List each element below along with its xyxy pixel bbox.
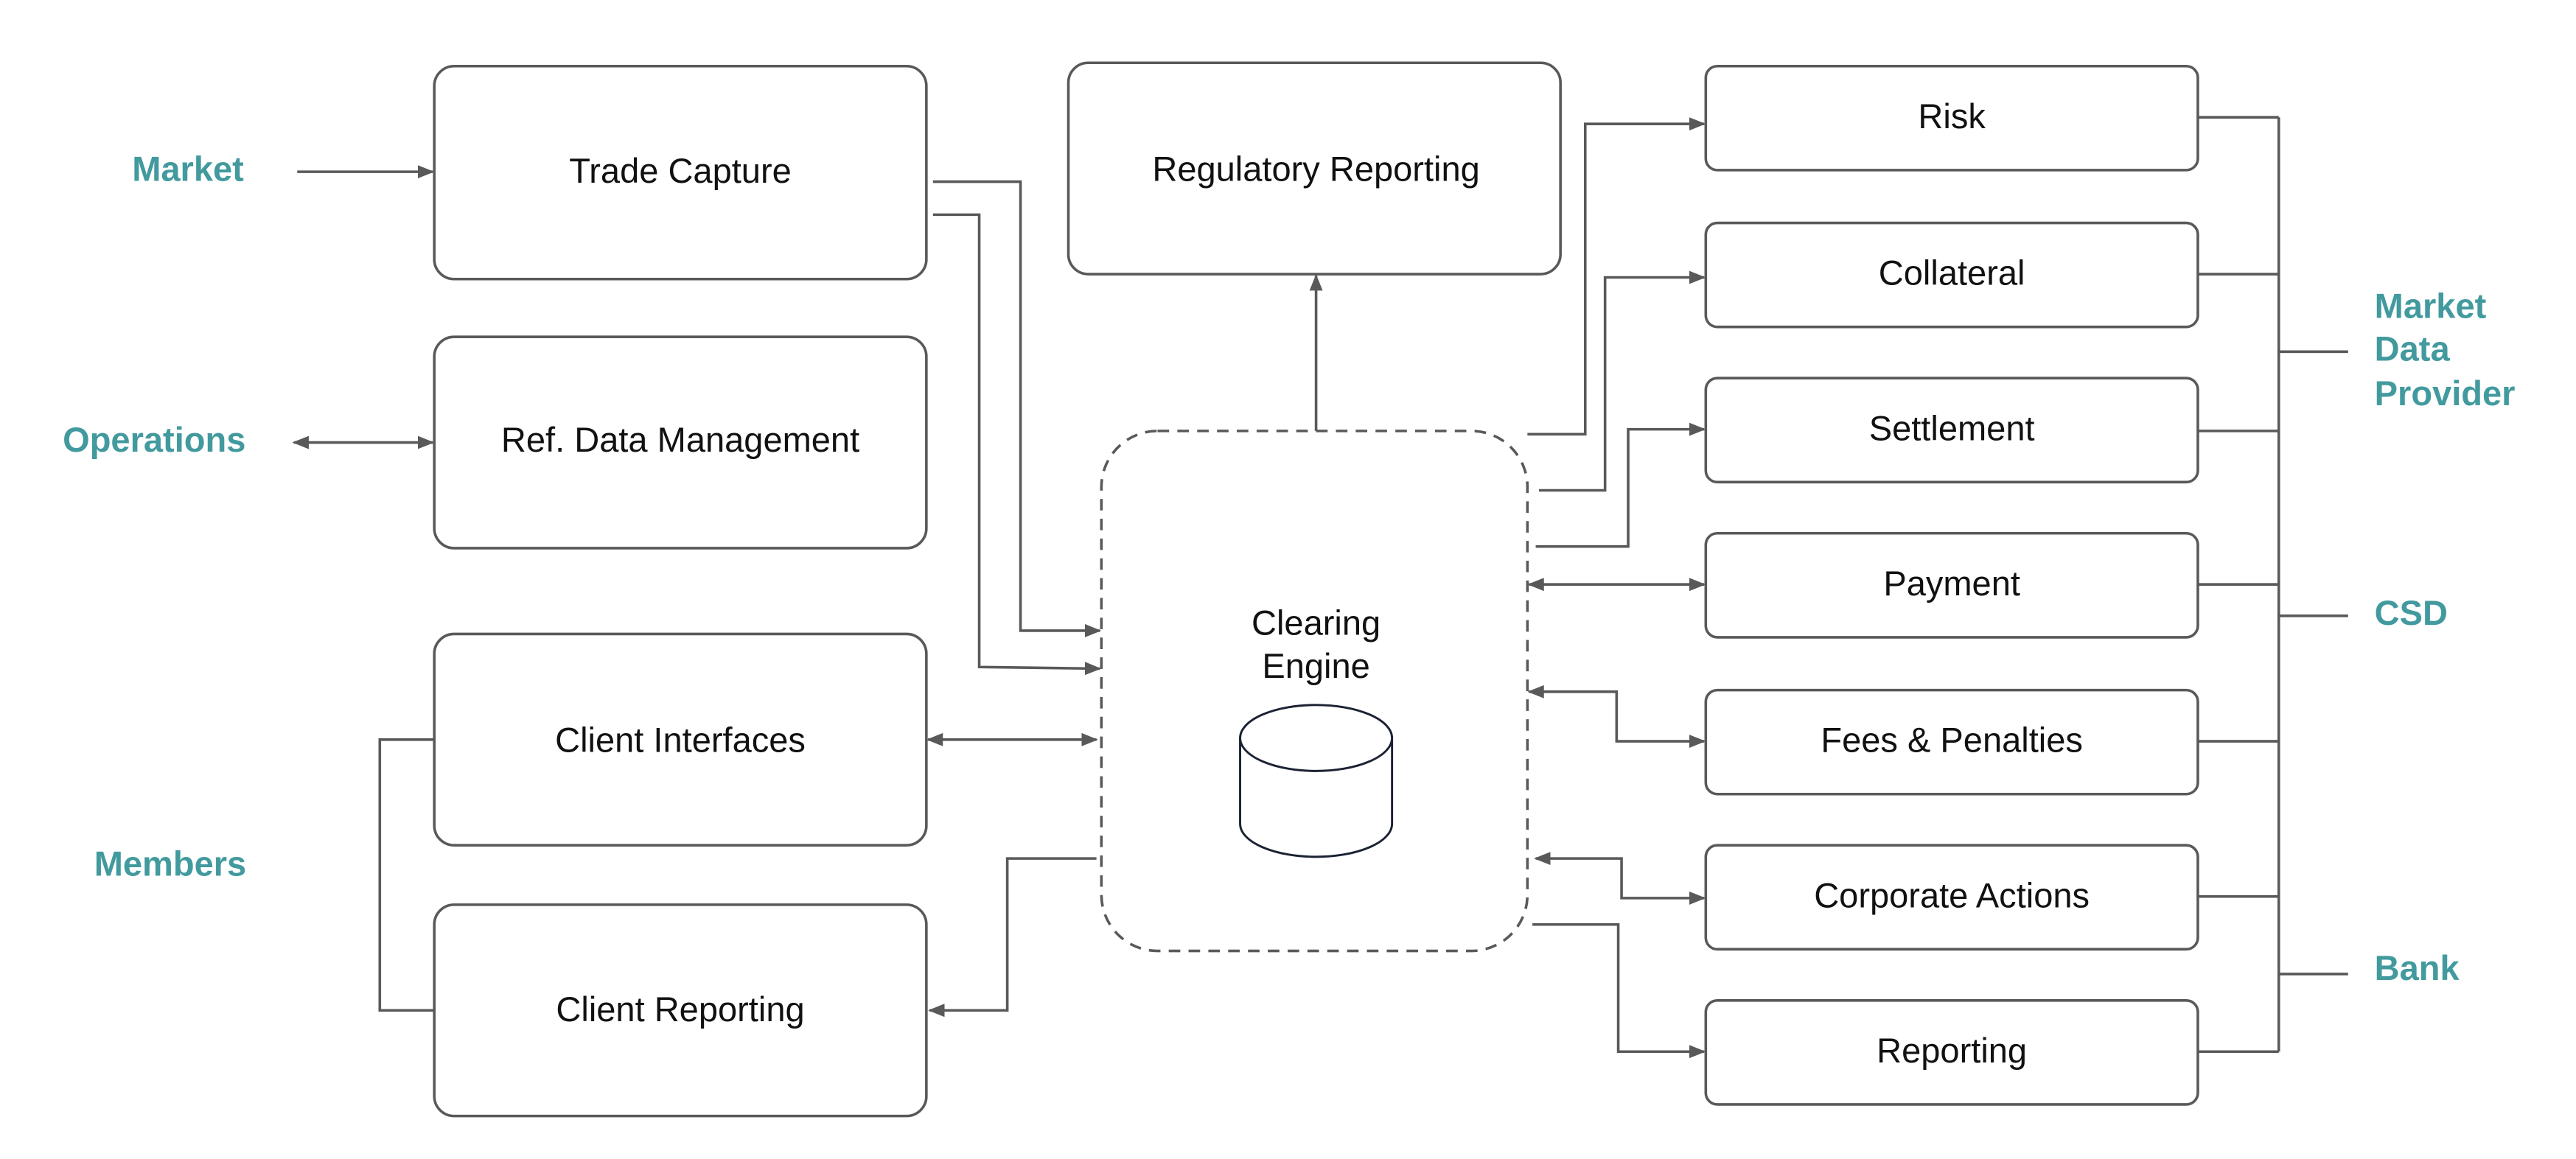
engine-to-client-reporting-arrow <box>928 857 1097 1018</box>
client-interfaces-label: Client Interfaces <box>555 721 806 760</box>
risk-label: Risk <box>1918 97 1986 136</box>
members-bracket <box>378 738 435 1012</box>
engine-to-reporting-arrow <box>1532 922 1706 1059</box>
reporting-label: Reporting <box>1877 1031 2027 1070</box>
clearing-engine-box: Clearing Engine <box>1100 430 1529 953</box>
collateral-box: Collateral <box>1704 221 2199 329</box>
external-mdp-label-3: Provider <box>2375 374 2516 413</box>
external-market-label: Market <box>132 150 244 189</box>
corporate-actions-box: Corporate Actions <box>1704 844 2199 951</box>
settlement-box: Settlement <box>1704 377 2199 484</box>
payment-label: Payment <box>1883 564 2020 603</box>
risk-box: Risk <box>1704 64 2199 172</box>
clearing-engine-label-1: Clearing <box>1252 603 1381 642</box>
external-mdp-label-1: Market <box>2375 286 2487 325</box>
fees-penalties-label: Fees & Penalties <box>1821 721 2083 760</box>
external-mdp-label-2: Data <box>2375 329 2451 368</box>
clearing-architecture-diagram: Market Operations Members Market Data Pr… <box>63 61 2516 1118</box>
trade-capture-label: Trade Capture <box>569 151 792 190</box>
right-boxes: Risk Collateral Settlement Payment Fees & Pe… <box>1704 64 2199 1106</box>
fees-penalties-box: Fees & Penalties <box>1704 688 2199 796</box>
trade-capture-to-engine-arrow-2 <box>932 213 1102 676</box>
ref-data-label: Ref. Data Management <box>501 420 859 459</box>
external-operations-label: Operations <box>63 420 245 459</box>
regulatory-reporting-box: Regulatory Reporting <box>1067 61 1562 276</box>
clearing-engine-label-2: Engine <box>1262 646 1369 685</box>
database-icon <box>1239 704 1394 858</box>
engine-to-collateral-arrow <box>1539 270 1706 492</box>
regulatory-reporting-label: Regulatory Reporting <box>1152 150 1479 189</box>
external-members-label: Members <box>94 844 246 883</box>
client-reporting-box: Client Reporting <box>433 903 928 1118</box>
engine-to-settlement-arrow <box>1535 422 1706 548</box>
client-reporting-label: Client Reporting <box>556 990 804 1029</box>
collateral-label: Collateral <box>1879 253 2025 293</box>
payment-box: Payment <box>1704 531 2199 639</box>
external-csd-label: CSD <box>2375 593 2448 632</box>
settlement-label: Settlement <box>1869 408 2035 447</box>
reporting-box: Reporting <box>1704 999 2199 1106</box>
corporate-actions-label: Corporate Actions <box>1814 875 2090 914</box>
client-interfaces-box: Client Interfaces <box>433 632 928 847</box>
external-bank-label: Bank <box>2375 948 2460 987</box>
engine-fees-arrow <box>1527 684 1706 749</box>
engine-corporate-actions-arrow <box>1534 852 1706 905</box>
ref-data-box: Ref. Data Management <box>433 335 928 550</box>
trade-capture-box: Trade Capture <box>433 64 928 281</box>
